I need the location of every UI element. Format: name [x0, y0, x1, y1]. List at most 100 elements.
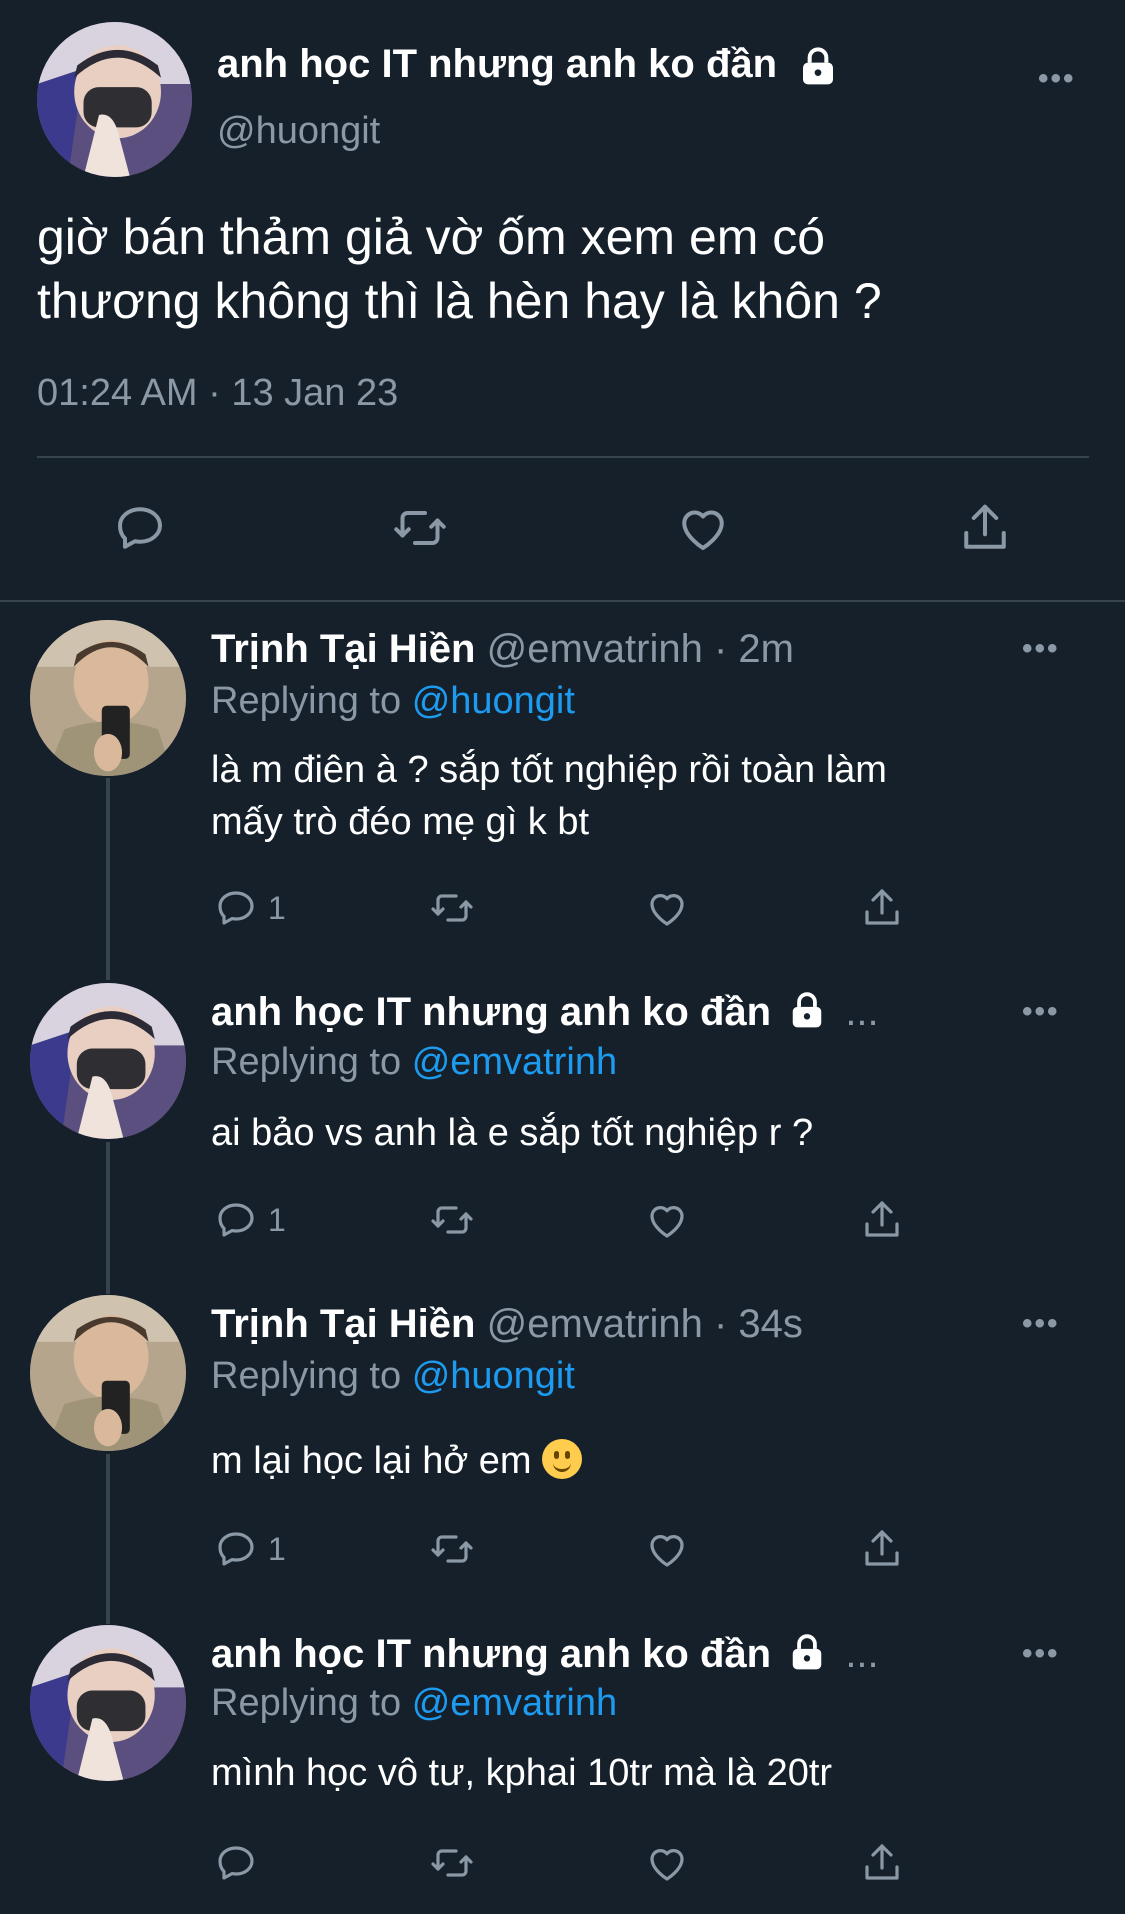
retweet-button[interactable]	[390, 498, 450, 558]
reply-text-line: mấy trò đéo mẹ gì k bt	[211, 801, 590, 843]
share-icon	[955, 498, 1015, 558]
share-button[interactable]	[955, 498, 1015, 558]
more-icon[interactable]: •••	[1038, 62, 1076, 96]
author-handle-time[interactable]: @emvatrinh · 2m	[487, 627, 794, 671]
like-button[interactable]	[643, 1195, 691, 1245]
author-name[interactable]: Trịnh Tại Hiền	[211, 1302, 475, 1346]
retweet-button[interactable]	[428, 1195, 476, 1245]
share-button[interactable]	[858, 1838, 906, 1888]
share-icon	[858, 884, 906, 932]
retweet-button[interactable]	[428, 1838, 476, 1888]
reply-header: anh học IT nhưng anh ko đần ...	[211, 990, 879, 1035]
like-button[interactable]	[673, 498, 733, 558]
like-button[interactable]	[643, 1524, 691, 1574]
author-handle[interactable]: @huongit	[217, 110, 380, 153]
heart-icon	[643, 1839, 691, 1887]
avatar[interactable]	[30, 1625, 186, 1781]
divider	[37, 456, 1089, 458]
reply-count: 1	[268, 1530, 286, 1567]
more-icon[interactable]: •••	[1022, 1307, 1060, 1341]
reply-button[interactable]: 1	[212, 1524, 286, 1574]
avatar-image	[30, 620, 186, 776]
reply-text-line: là m điên à ? sắp tốt nghiệp rồi toàn là…	[211, 749, 887, 791]
author-name[interactable]: Trịnh Tại Hiền	[211, 627, 475, 671]
author-name-text[interactable]: anh học IT nhưng anh ko đần	[217, 42, 777, 86]
author-handle-time[interactable]: ...	[845, 990, 878, 1034]
reply-button[interactable]	[110, 498, 170, 558]
mention-link[interactable]: @emvatrinh	[412, 1041, 617, 1083]
share-button[interactable]	[858, 1524, 906, 1574]
replying-to-label: Replying to	[211, 1041, 402, 1083]
reply-tweet: Trịnh Tại Hiền @emvatrinh · 34s ••• Repl…	[0, 1295, 1125, 1595]
avatar[interactable]	[30, 983, 186, 1139]
reply-button[interactable]: 1	[212, 1195, 286, 1245]
main-tweet: anh học IT nhưng anh ko đần @huongit •••…	[0, 0, 1125, 600]
avatar-image	[30, 1625, 186, 1781]
tweet-text-line: giờ bán thảm giả vờ ốm xem em có	[37, 209, 826, 265]
reply-tweet: anh học IT nhưng anh ko đần ... ••• Repl…	[0, 1625, 1125, 1914]
reply-button[interactable]	[212, 1838, 260, 1888]
reply-tweet: anh học IT nhưng anh ko đần ... ••• Repl…	[0, 983, 1125, 1283]
retweet-icon	[428, 1196, 476, 1244]
lock-icon	[788, 991, 826, 1029]
lock-icon	[788, 1633, 826, 1671]
reply-icon	[212, 1525, 260, 1573]
reply-icon	[110, 498, 170, 558]
tweet-text-line: thương không thì là hèn hay là khôn ?	[37, 273, 882, 329]
reply-header: Trịnh Tại Hiền @emvatrinh · 34s	[211, 1302, 803, 1347]
heart-icon	[673, 498, 733, 558]
more-icon[interactable]: •••	[1022, 1637, 1060, 1671]
replying-to-label: Replying to	[211, 1355, 402, 1397]
share-icon	[858, 1196, 906, 1244]
divider	[0, 600, 1125, 602]
reply-text-line: ai bảo vs anh là e sắp tốt nghiệp r ?	[211, 1112, 814, 1154]
share-icon	[858, 1525, 906, 1573]
avatar[interactable]	[30, 1295, 186, 1451]
share-button[interactable]	[858, 883, 906, 933]
heart-icon	[643, 1196, 691, 1244]
reply-icon	[212, 884, 260, 932]
avatar[interactable]	[37, 22, 192, 177]
share-icon	[858, 1839, 906, 1887]
author-handle-time[interactable]: @emvatrinh · 34s	[487, 1302, 803, 1346]
reply-count: 1	[268, 1201, 286, 1238]
avatar[interactable]	[30, 620, 186, 776]
author-handle-time[interactable]: ...	[845, 1632, 878, 1676]
share-button[interactable]	[858, 1195, 906, 1245]
reply-count: 1	[268, 889, 286, 926]
reply-icon	[212, 1839, 260, 1887]
reply-tweet: Trịnh Tại Hiền @emvatrinh · 2m ••• Reply…	[0, 620, 1125, 960]
reply-header: Trịnh Tại Hiền @emvatrinh · 2m	[211, 627, 794, 672]
more-icon[interactable]: •••	[1022, 995, 1060, 1029]
replying-to: Replying to @emvatrinh	[211, 1041, 617, 1084]
retweet-icon	[390, 498, 450, 558]
heart-icon	[643, 884, 691, 932]
lock-icon	[798, 46, 838, 86]
like-button[interactable]	[643, 1838, 691, 1888]
reply-icon	[212, 1196, 260, 1244]
retweet-icon	[428, 1839, 476, 1887]
reply-button[interactable]: 1	[212, 883, 286, 933]
avatar-image	[30, 983, 186, 1139]
tweet-text: giờ bán thảm giả vờ ốm xem em có thương …	[37, 205, 1087, 333]
mention-link[interactable]: @huongit	[412, 680, 575, 722]
replying-to-label: Replying to	[211, 680, 402, 722]
retweet-button[interactable]	[428, 883, 476, 933]
more-icon[interactable]: •••	[1022, 632, 1060, 666]
mention-link[interactable]: @emvatrinh	[412, 1682, 617, 1724]
like-button[interactable]	[643, 883, 691, 933]
author-name[interactable]: anh học IT nhưng anh ko đần	[217, 42, 838, 87]
reply-text: m lại học lại hở em	[211, 1435, 1071, 1487]
author-name[interactable]: anh học IT nhưng anh ko đần	[211, 1632, 771, 1676]
avatar-image	[37, 22, 192, 177]
smiling-face-emoji	[542, 1439, 583, 1479]
retweet-button[interactable]	[428, 1524, 476, 1574]
reply-text: là m điên à ? sắp tốt nghiệp rồi toàn là…	[211, 744, 1071, 848]
replying-to: Replying to @emvatrinh	[211, 1682, 617, 1725]
avatar-image	[30, 1295, 186, 1451]
author-name[interactable]: anh học IT nhưng anh ko đần	[211, 990, 771, 1034]
tweet-timestamp[interactable]: 01:24 AM · 13 Jan 23	[37, 372, 398, 415]
mention-link[interactable]: @huongit	[412, 1355, 575, 1397]
retweet-icon	[428, 1525, 476, 1573]
reply-header: anh học IT nhưng anh ko đần ...	[211, 1632, 879, 1677]
